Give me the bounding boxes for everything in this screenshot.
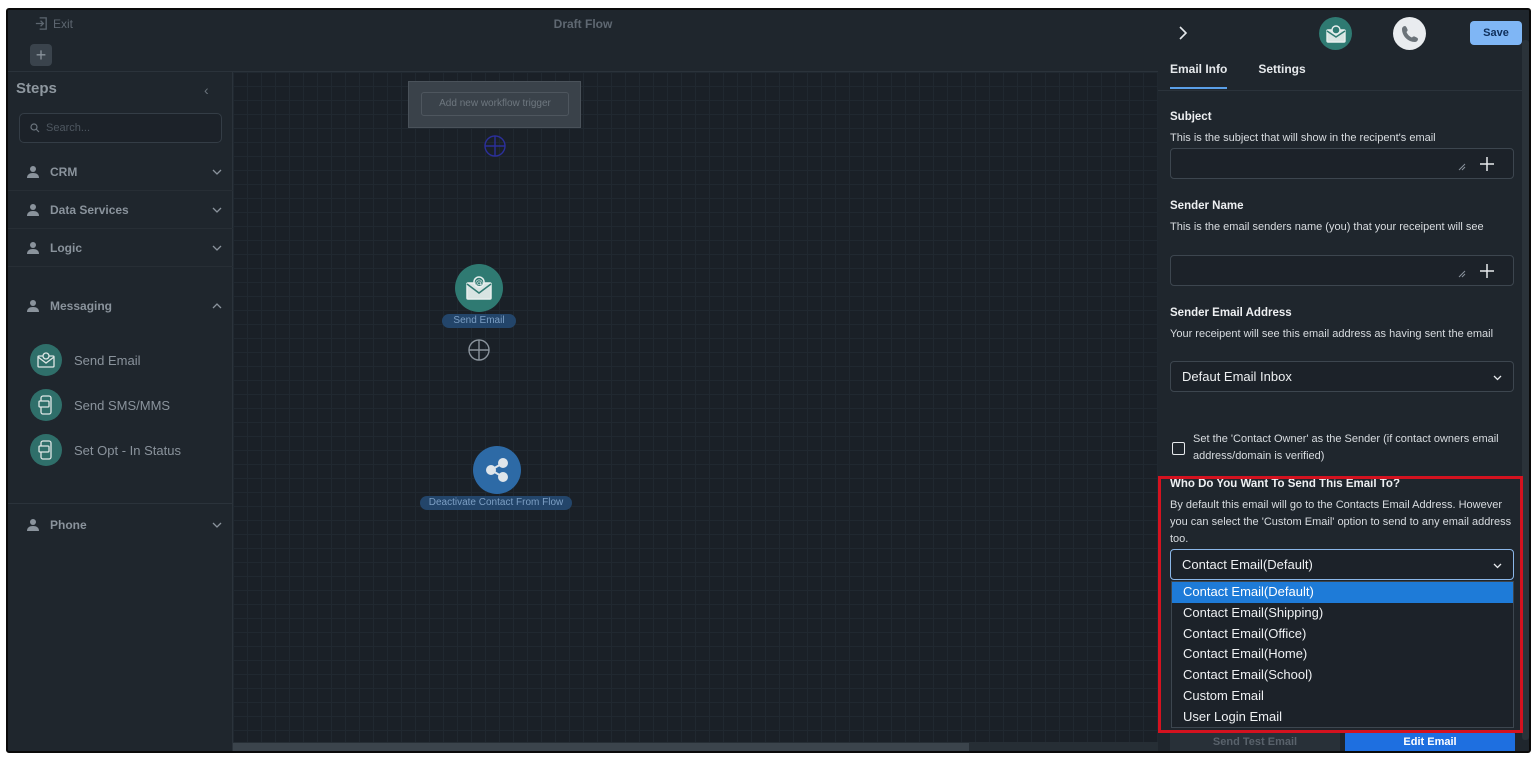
person-icon bbox=[27, 203, 39, 216]
person-icon bbox=[27, 519, 39, 531]
steps-sidebar: Steps ‹ CRM Data Services Log bbox=[8, 72, 233, 751]
recipient-label: Who Do You Want To Send This Email To? bbox=[1170, 478, 1400, 490]
add-merge-field-icon[interactable] bbox=[1479, 156, 1495, 172]
sender-email-select[interactable]: Defaut Email Inbox bbox=[1170, 361, 1514, 392]
recipient-option[interactable]: Custom Email bbox=[1172, 686, 1513, 707]
person-icon bbox=[27, 241, 39, 254]
step-send-email[interactable]: Send Email bbox=[30, 344, 140, 376]
chevron-up-icon bbox=[212, 303, 222, 309]
recipient-option[interactable]: User Login Email bbox=[1172, 707, 1513, 728]
tab-divider bbox=[1158, 90, 1529, 91]
sender-email-label: Sender Email Address bbox=[1170, 307, 1292, 319]
category-label: Phone bbox=[50, 518, 87, 532]
step-label: Send SMS/MMS bbox=[74, 397, 171, 413]
sender-name-desc: This is the email senders name (you) tha… bbox=[1170, 221, 1484, 233]
chevron-down-icon bbox=[212, 169, 222, 175]
email-icon bbox=[30, 344, 62, 376]
add-node-icon[interactable] bbox=[483, 134, 507, 158]
person-icon bbox=[27, 300, 39, 312]
sender-name-label: Sender Name bbox=[1170, 200, 1244, 212]
recipient-select[interactable]: Contact Email(Default) bbox=[1170, 549, 1514, 580]
contact-owner-label: Set the 'Contact Owner' as the Sender (i… bbox=[1193, 433, 1499, 462]
step-set-opt-in-status[interactable]: Set Opt - In Status bbox=[30, 434, 181, 466]
sender-email-value: Defaut Email Inbox bbox=[1182, 369, 1292, 384]
email-settings-panel: Save Email Info Settings Subject This is… bbox=[1158, 10, 1529, 751]
step-send-sms[interactable]: Send SMS/MMS bbox=[30, 389, 170, 421]
chevron-right-icon[interactable] bbox=[1176, 24, 1190, 42]
panel-tabs: Email Info Settings bbox=[1170, 62, 1306, 89]
send-test-email-button[interactable]: Send Test Email bbox=[1170, 731, 1340, 751]
recipient-option[interactable]: Contact Email(Default) bbox=[1172, 582, 1513, 603]
node-deactivate-label[interactable]: Deactivate Contact From Flow bbox=[420, 496, 572, 510]
recipient-option[interactable]: Contact Email(Home) bbox=[1172, 644, 1513, 665]
category-label: Logic bbox=[50, 240, 82, 255]
workflow-canvas[interactable]: Add new workflow trigger @ Send Email De… bbox=[233, 72, 1158, 751]
share-icon[interactable] bbox=[473, 446, 521, 494]
step-label: Set Opt - In Status bbox=[74, 442, 181, 458]
top-bar: Exit + Draft Flow bbox=[8, 10, 1158, 72]
email-step-avatar bbox=[1319, 17, 1352, 50]
person-icon bbox=[27, 165, 39, 178]
node-send-email-label[interactable]: Send Email bbox=[442, 314, 516, 328]
steps-search[interactable] bbox=[19, 113, 222, 143]
sms-icon bbox=[30, 389, 62, 421]
add-trigger-button[interactable]: Add new workflow trigger bbox=[421, 92, 569, 116]
subject-input[interactable] bbox=[1170, 148, 1514, 179]
chevron-down-icon bbox=[1493, 375, 1502, 381]
category-data-services[interactable]: Data Services bbox=[8, 191, 233, 229]
steps-title: Steps bbox=[16, 80, 57, 97]
subject-desc: This is the subject that will show in th… bbox=[1170, 132, 1436, 144]
workflow-trigger-box[interactable]: Add new workflow trigger bbox=[408, 81, 581, 128]
resize-handle-icon[interactable] bbox=[1458, 270, 1466, 278]
chevron-down-icon bbox=[212, 245, 222, 251]
recipient-option[interactable]: Contact Email(Shipping) bbox=[1172, 603, 1513, 624]
sender-email-desc: Your receipent will see this email addre… bbox=[1170, 328, 1494, 340]
recipient-value: Contact Email(Default) bbox=[1182, 557, 1313, 572]
category-label: Data Services bbox=[50, 202, 129, 217]
add-step-button[interactable]: + bbox=[30, 44, 52, 66]
category-messaging[interactable]: Messaging bbox=[8, 287, 233, 325]
subject-label: Subject bbox=[1170, 111, 1212, 123]
search-icon bbox=[30, 123, 40, 133]
add-merge-field-icon[interactable] bbox=[1479, 263, 1495, 279]
tab-settings[interactable]: Settings bbox=[1258, 62, 1305, 89]
app-window: Exit + Draft Flow Steps ‹ CRM Data Servi… bbox=[6, 8, 1531, 753]
chevron-down-icon bbox=[212, 207, 222, 213]
category-label: Messaging bbox=[50, 299, 113, 313]
contact-owner-checkbox[interactable] bbox=[1172, 442, 1185, 455]
category-logic[interactable]: Logic bbox=[8, 229, 233, 267]
flow-title: Draft Flow bbox=[553, 17, 613, 31]
recipient-option[interactable]: Contact Email(Office) bbox=[1172, 624, 1513, 645]
canvas-horizontal-scrollbar[interactable] bbox=[233, 742, 1158, 751]
category-crm[interactable]: CRM bbox=[8, 153, 233, 191]
node-send-email-icon[interactable]: @ bbox=[455, 264, 503, 312]
add-node-icon[interactable] bbox=[467, 338, 491, 362]
sender-name-input[interactable] bbox=[1170, 255, 1514, 286]
category-phone[interactable]: Phone bbox=[8, 506, 233, 544]
svg-text:@: @ bbox=[475, 278, 483, 287]
save-button[interactable]: Save bbox=[1470, 21, 1522, 45]
chevron-down-icon bbox=[1493, 563, 1502, 569]
scrollbar-thumb[interactable] bbox=[233, 743, 969, 751]
recipient-dropdown-list: Contact Email(Default) Contact Email(Shi… bbox=[1171, 581, 1514, 728]
collapse-sidebar-icon[interactable]: ‹ bbox=[204, 82, 209, 98]
recipient-option[interactable]: Contact Email(School) bbox=[1172, 665, 1513, 686]
tab-email-info[interactable]: Email Info bbox=[1170, 62, 1228, 89]
sms-icon bbox=[30, 434, 62, 466]
phone-icon[interactable] bbox=[1393, 17, 1426, 50]
resize-handle-icon[interactable] bbox=[1458, 163, 1466, 171]
sidebar-divider bbox=[8, 503, 233, 504]
search-input[interactable] bbox=[46, 122, 206, 134]
category-label: CRM bbox=[50, 164, 78, 179]
edit-email-button[interactable]: Edit Email bbox=[1345, 731, 1515, 751]
recipient-desc: By default this email will go to the Con… bbox=[1170, 499, 1512, 545]
panel-scrollbar[interactable] bbox=[1522, 40, 1529, 740]
step-label: Send Email bbox=[74, 352, 141, 368]
chevron-down-icon bbox=[212, 522, 222, 528]
